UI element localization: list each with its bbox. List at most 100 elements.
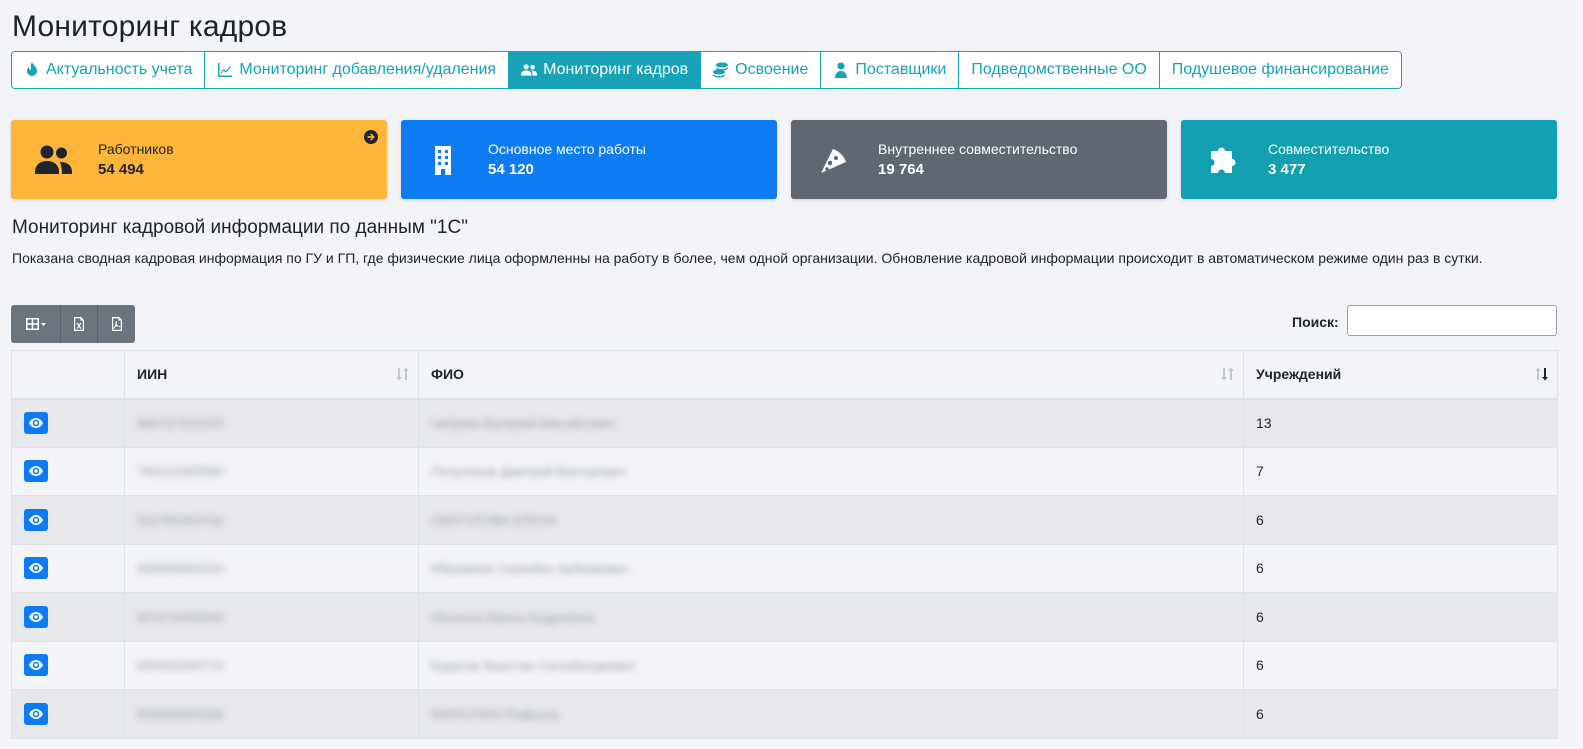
iin-value: 850808300336 bbox=[137, 706, 224, 722]
sort-icon bbox=[396, 367, 409, 381]
eye-icon bbox=[29, 514, 43, 525]
iin-cell: 801074400284 bbox=[124, 592, 419, 642]
fio-cell: Ибраимов Серикбек Арбаевович bbox=[418, 543, 1244, 593]
sort-desc-icon bbox=[1535, 367, 1548, 381]
pizza-slice-icon bbox=[813, 143, 853, 177]
iin-cell: 531780400760 bbox=[124, 495, 419, 545]
institutions-count: 6 bbox=[1256, 560, 1264, 577]
iin-value: 680502300715 bbox=[137, 658, 224, 674]
card-label: Работников bbox=[98, 141, 174, 157]
tab-label: Мониторинг добавления/удаления bbox=[239, 61, 497, 78]
search-input[interactable] bbox=[1347, 305, 1557, 336]
table-row: 830808300220 Ибраимов Серикбек Арбаевович… bbox=[11, 543, 1558, 593]
line-chart-icon bbox=[218, 63, 233, 77]
card-value: 3 477 bbox=[1268, 161, 1306, 178]
card-main-workplace: Основное место работы 54 120 bbox=[401, 120, 777, 199]
row-actions-cell bbox=[11, 446, 125, 496]
tab-per-capita-financing[interactable]: Подушевое финансирование bbox=[1159, 52, 1401, 88]
file-pdf-icon bbox=[111, 317, 122, 331]
table-header-row: ИИН ФИО Учреждений bbox=[11, 350, 1558, 400]
view-button[interactable] bbox=[24, 508, 48, 531]
staff-table: ИИН ФИО Учреждений 880727300970 Чебукин В… bbox=[11, 350, 1558, 739]
institutions-cell: 13 bbox=[1243, 398, 1558, 448]
fio-value: Полуляхов Дмитрий Викторович bbox=[431, 464, 627, 480]
user-tie-icon bbox=[835, 62, 848, 78]
tab-staff-monitoring[interactable]: Мониторинг кадров bbox=[509, 52, 702, 88]
row-actions-cell bbox=[11, 689, 125, 739]
fio-cell: Чебукин Валерий Михайлович bbox=[418, 398, 1244, 448]
fire-icon bbox=[27, 62, 37, 76]
file-excel-icon bbox=[74, 317, 84, 331]
iin-cell: 830808300220 bbox=[124, 543, 419, 593]
row-actions-cell bbox=[11, 398, 125, 448]
card-value: 54 120 bbox=[488, 161, 534, 178]
column-header-label: ФИО bbox=[431, 366, 464, 383]
tab-suppliers[interactable]: Поставщики bbox=[821, 52, 960, 88]
tab-subordinate-organizations[interactable]: Подведомственные ОО bbox=[959, 52, 1160, 88]
institutions-cell: 6 bbox=[1243, 592, 1558, 642]
row-actions-cell bbox=[11, 640, 125, 690]
row-actions-cell bbox=[11, 543, 125, 593]
row-actions-cell bbox=[11, 592, 125, 642]
eye-icon bbox=[29, 611, 43, 622]
table-toolbar bbox=[11, 305, 135, 343]
building-icon bbox=[423, 143, 463, 177]
view-button[interactable] bbox=[24, 460, 48, 483]
tab-utilization[interactable]: Освоение bbox=[701, 52, 822, 88]
fio-cell: МИРКУЛИН Рафаэль bbox=[418, 689, 1244, 739]
card-employees[interactable]: Работников 54 494 bbox=[11, 120, 387, 199]
institutions-cell: 7 bbox=[1243, 446, 1558, 496]
section-title: Мониторинг кадровой информации по данным… bbox=[12, 217, 468, 238]
section-description: Показана сводная кадровая информация по … bbox=[12, 250, 1483, 266]
puzzle-icon bbox=[1203, 143, 1243, 177]
view-button[interactable] bbox=[24, 605, 48, 628]
sort-icon bbox=[1221, 367, 1234, 381]
institutions-cell: 6 bbox=[1243, 495, 1558, 545]
view-button[interactable] bbox=[24, 412, 48, 434]
column-header-label: Учреждений bbox=[1256, 366, 1342, 383]
fio-value: Ионкина Ирина Андреевна bbox=[431, 609, 595, 625]
iin-value: 790215300560 bbox=[137, 464, 224, 480]
column-header-label: ИИН bbox=[137, 366, 168, 383]
search-label: Поиск: bbox=[1292, 314, 1339, 330]
users-icon bbox=[33, 143, 73, 177]
eye-icon bbox=[29, 708, 43, 719]
export-excel-button[interactable] bbox=[61, 305, 98, 343]
iin-cell: 880727300970 bbox=[124, 398, 419, 448]
tab-label: Освоение bbox=[735, 61, 809, 78]
iin-value: 880727300970 bbox=[137, 416, 224, 431]
page-title: Мониторинг кадров bbox=[12, 10, 288, 43]
card-value: 19 764 bbox=[878, 161, 924, 178]
columns-toggle-button[interactable] bbox=[11, 305, 61, 343]
column-header-institutions[interactable]: Учреждений bbox=[1243, 350, 1558, 400]
card-label: Внутреннее совместительство bbox=[878, 141, 1078, 157]
tab-add-remove-monitoring[interactable]: Мониторинг добавления/удаления bbox=[205, 52, 510, 88]
tab-label: Подушевое финансирование bbox=[1171, 61, 1389, 78]
tab-accounting-relevance[interactable]: Актуальность учета bbox=[12, 52, 206, 88]
column-header-iin[interactable]: ИИН bbox=[124, 350, 419, 400]
coins-icon bbox=[713, 62, 729, 78]
institutions-count: 13 bbox=[1256, 415, 1272, 431]
iin-cell: 680502300715 bbox=[124, 640, 419, 690]
iin-cell: 850808300336 bbox=[124, 689, 419, 739]
table-row: 680502300715 Кудусов Арыстан Сатыбалдиеви… bbox=[11, 640, 1558, 690]
eye-icon bbox=[29, 660, 43, 671]
institutions-cell: 6 bbox=[1243, 640, 1558, 690]
table-row: 790215300560 Полуляхов Дмитрий Викторович… bbox=[11, 446, 1558, 496]
users-icon bbox=[521, 64, 538, 76]
eye-icon bbox=[29, 563, 43, 574]
institutions-count: 6 bbox=[1256, 511, 1264, 528]
fio-value: Ибраимов Серикбек Арбаевович bbox=[431, 561, 630, 577]
export-pdf-button[interactable] bbox=[98, 305, 135, 343]
table-row: 880727300970 Чебукин Валерий Михайлович 13 bbox=[11, 398, 1558, 448]
view-button[interactable] bbox=[24, 702, 48, 725]
card-internal-part-time: Внутреннее совместительство 19 764 bbox=[791, 120, 1167, 199]
arrow-circle-right-icon[interactable] bbox=[364, 130, 378, 144]
institutions-count: 6 bbox=[1256, 657, 1264, 674]
institutions-cell: 6 bbox=[1243, 543, 1558, 593]
grid-icon bbox=[25, 318, 46, 330]
view-button[interactable] bbox=[24, 654, 48, 677]
table-row: 801074400284 Ионкина Ирина Андреевна 6 bbox=[11, 592, 1558, 642]
view-button[interactable] bbox=[24, 557, 48, 580]
column-header-fio[interactable]: ФИО bbox=[418, 350, 1244, 400]
